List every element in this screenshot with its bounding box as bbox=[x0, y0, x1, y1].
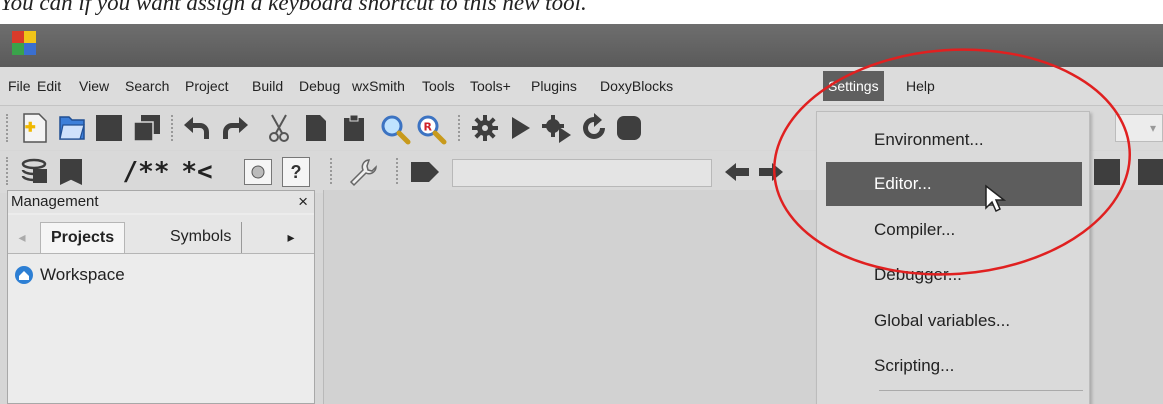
wrench-icon[interactable] bbox=[346, 156, 380, 188]
menu-bar: File Edit View Search Project Build Debu… bbox=[0, 67, 1163, 106]
menu-separator bbox=[879, 390, 1083, 391]
copy-icon[interactable] bbox=[302, 113, 332, 143]
menu-project[interactable]: Project bbox=[185, 78, 229, 94]
toolbar-block-icon[interactable] bbox=[1138, 159, 1163, 185]
bookmark-icon[interactable] bbox=[60, 159, 82, 185]
menu-doxyblocks[interactable]: DoxyBlocks bbox=[600, 78, 673, 94]
menu-file[interactable]: File bbox=[8, 78, 31, 94]
new-file-icon[interactable] bbox=[20, 112, 50, 144]
replace-icon[interactable]: R bbox=[414, 112, 448, 146]
menu-item-scripting[interactable]: Scripting... bbox=[826, 344, 1082, 388]
title-bar bbox=[0, 24, 1163, 67]
run-icon[interactable] bbox=[508, 114, 534, 142]
toolbar-separator bbox=[458, 115, 460, 141]
redo-icon[interactable] bbox=[220, 112, 252, 144]
svg-text:R: R bbox=[424, 121, 433, 134]
menu-help[interactable]: Help bbox=[906, 78, 935, 94]
management-tab-row: ◂ Projects Symbols ▸ bbox=[8, 215, 314, 254]
undo-icon[interactable] bbox=[180, 112, 212, 144]
menu-tools-plus[interactable]: Tools+ bbox=[470, 78, 511, 94]
doxywizard-icon[interactable] bbox=[244, 159, 272, 185]
management-panel-title: Management × bbox=[8, 191, 314, 213]
menu-settings[interactable]: Settings bbox=[823, 71, 884, 101]
build-gear-icon[interactable] bbox=[469, 112, 501, 144]
doxy-line-comment-button[interactable]: *< bbox=[177, 155, 217, 189]
toolbar-separator bbox=[171, 115, 173, 141]
nav-back-arrow-icon[interactable] bbox=[722, 159, 752, 185]
paste-icon[interactable] bbox=[338, 112, 370, 144]
menu-view[interactable]: View bbox=[79, 78, 109, 94]
tutorial-caption: You can if you want assign a keyboard sh… bbox=[0, 0, 587, 15]
build-target-combo[interactable]: ▾ bbox=[1115, 114, 1163, 142]
toolbar-separator bbox=[396, 158, 398, 184]
workspace-tree-item[interactable]: Workspace bbox=[14, 265, 125, 285]
abort-icon[interactable] bbox=[614, 113, 644, 143]
stack-icon[interactable] bbox=[18, 156, 50, 188]
management-panel: Management × ◂ Projects Symbols ▸ Worksp… bbox=[7, 190, 315, 404]
doxy-block-comment-button[interactable]: /** bbox=[123, 155, 170, 189]
close-icon[interactable]: × bbox=[298, 191, 308, 213]
tab-scroll-left-icon[interactable]: ◂ bbox=[16, 227, 28, 247]
rebuild-icon[interactable] bbox=[578, 112, 610, 144]
workspace-icon bbox=[15, 266, 33, 284]
code-completion-combo[interactable] bbox=[452, 159, 712, 187]
menu-item-global-variables[interactable]: Global variables... bbox=[826, 299, 1082, 343]
menu-edit[interactable]: Edit bbox=[37, 78, 61, 94]
workspace-label: Workspace bbox=[40, 265, 125, 284]
help-question-icon[interactable]: ? bbox=[282, 157, 310, 187]
menu-search[interactable]: Search bbox=[125, 78, 169, 94]
menu-wxsmith[interactable]: wxSmith bbox=[352, 78, 405, 94]
menu-plugins[interactable]: Plugins bbox=[531, 78, 577, 94]
menu-tools[interactable]: Tools bbox=[422, 78, 455, 94]
menu-item-compiler[interactable]: Compiler... bbox=[826, 208, 1082, 252]
toolbar-block-icon[interactable] bbox=[1094, 159, 1120, 185]
codeblocks-logo-icon bbox=[12, 31, 36, 55]
menu-item-editor[interactable]: Editor... bbox=[826, 162, 1082, 206]
code-completion-tag-icon[interactable] bbox=[408, 159, 442, 185]
mouse-cursor-icon bbox=[985, 184, 1006, 213]
codeblocks-window: File Edit View Search Project Build Debu… bbox=[0, 24, 1163, 404]
menu-build[interactable]: Build bbox=[252, 78, 283, 94]
tab-scroll-right-icon[interactable]: ▸ bbox=[284, 227, 298, 247]
tab-symbols[interactable]: Symbols bbox=[160, 222, 243, 253]
management-title-label: Management bbox=[11, 193, 99, 210]
find-icon[interactable] bbox=[378, 112, 412, 146]
open-file-icon[interactable] bbox=[56, 112, 88, 144]
toolbar-grip[interactable] bbox=[6, 157, 11, 185]
toolbar-separator bbox=[330, 158, 332, 184]
menu-item-debugger[interactable]: Debugger... bbox=[826, 253, 1082, 297]
save-all-icon[interactable] bbox=[131, 112, 163, 144]
menu-item-environment[interactable]: Environment... bbox=[826, 118, 1082, 162]
build-and-run-icon[interactable] bbox=[540, 112, 574, 144]
toolbar-grip[interactable] bbox=[6, 114, 11, 142]
nav-forward-arrow-icon[interactable] bbox=[756, 159, 786, 185]
save-icon[interactable] bbox=[96, 115, 122, 141]
cut-icon[interactable] bbox=[264, 112, 294, 144]
settings-dropdown-menu: Environment... Editor... Compiler... Deb… bbox=[816, 111, 1090, 404]
tab-projects[interactable]: Projects bbox=[40, 222, 126, 253]
menu-debug[interactable]: Debug bbox=[299, 78, 340, 94]
